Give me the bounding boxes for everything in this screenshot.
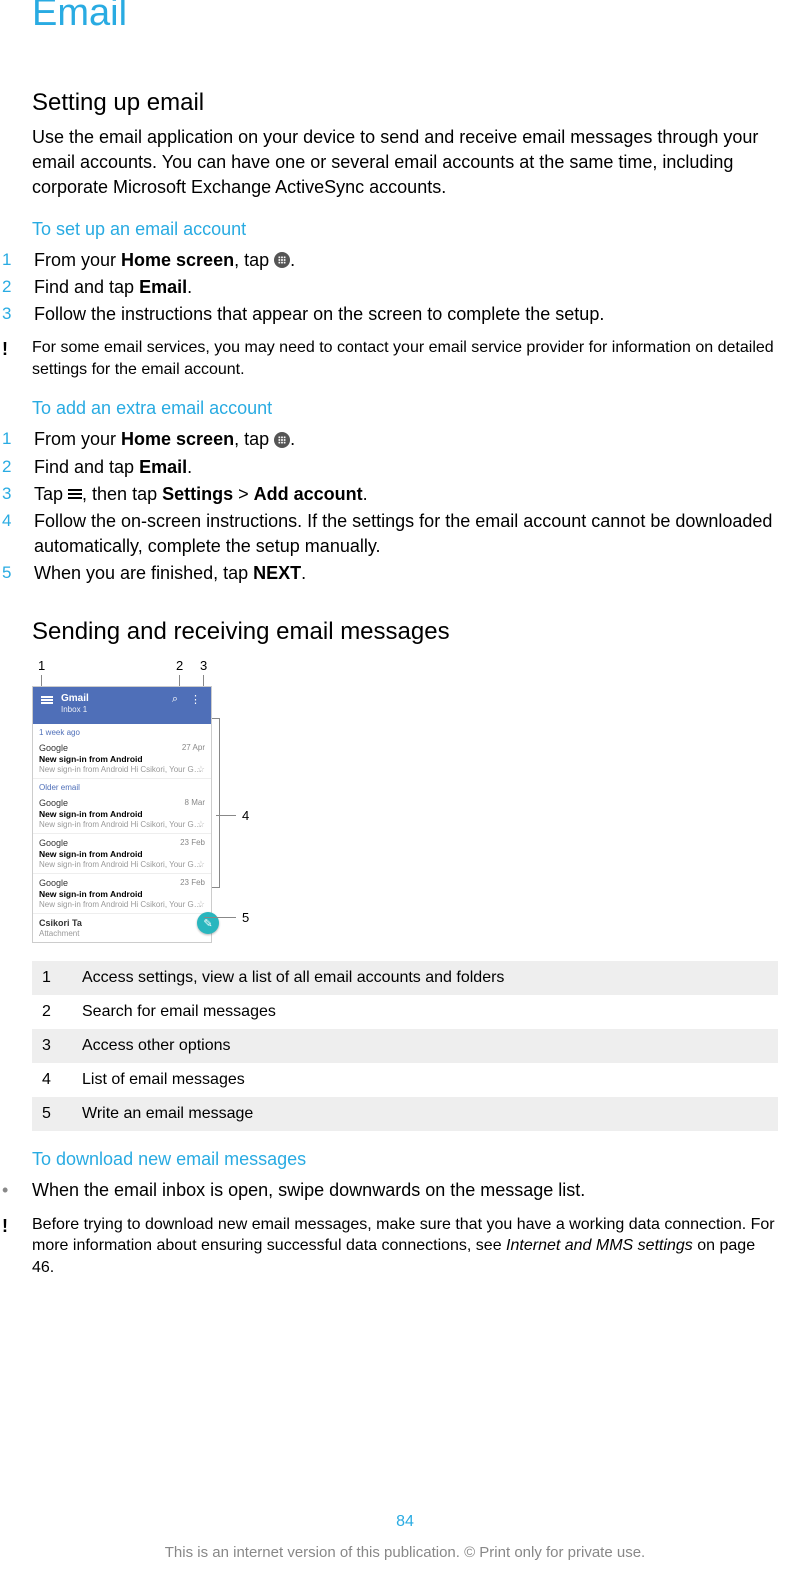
mail-item: Google8 Mar New sign-in from Android New… [33, 794, 211, 834]
callout-4: 4 [216, 808, 249, 823]
mail-item: Google23 Feb New sign-in from Android Ne… [33, 834, 211, 874]
table-row: 5Write an email message [32, 1097, 778, 1131]
steps-set-up: From your Home screen, tap . Find and ta… [32, 248, 778, 328]
note-block: ! Before trying to download new email me… [0, 1214, 778, 1279]
step-item: Follow the on-screen instructions. If th… [0, 509, 778, 559]
step-item: When you are finished, tap NEXT. [0, 561, 778, 586]
callout-1: 1 [38, 658, 45, 689]
search-icon: ⌕ [170, 693, 180, 706]
page-number: 84 [0, 1513, 810, 1531]
callout-3: 3 [200, 658, 207, 689]
menu-icon [68, 488, 82, 500]
intro-paragraph: Use the email application on your device… [32, 125, 778, 201]
callout-2: 2 [176, 658, 183, 689]
note-block: ! For some email services, you may need … [0, 337, 778, 380]
table-row: 3Access other options [32, 1029, 778, 1063]
callout-5: 5 [204, 910, 249, 925]
subheading-to-download: To download new email messages [32, 1149, 778, 1170]
steps-add-extra: From your Home screen, tap . Find and ta… [32, 427, 778, 586]
step-item: Tap , then tap Settings > Add account. [0, 482, 778, 507]
footer-text: This is an internet version of this publ… [0, 1544, 810, 1561]
bullet-icon: • [0, 1178, 32, 1203]
important-icon: ! [0, 337, 32, 380]
mail-item: Csikori Ta Attachment [33, 914, 211, 942]
step-item: From your Home screen, tap . [0, 427, 778, 452]
step-item: From your Home screen, tap . [0, 248, 778, 273]
step-item: Find and tap Email. [0, 455, 778, 480]
subheading-to-add-extra: To add an extra email account [32, 398, 778, 419]
page-title: Email [32, 0, 778, 35]
more-icon: ⋮ [188, 693, 203, 706]
table-row: 1Access settings, view a list of all ema… [32, 961, 778, 995]
table-row: 4List of email messages [32, 1063, 778, 1097]
bullet-item: • When the email inbox is open, swipe do… [0, 1178, 778, 1203]
apps-icon [274, 432, 290, 448]
legend-table: 1Access settings, view a list of all ema… [32, 961, 778, 1131]
subheading-to-set-up: To set up an email account [32, 219, 778, 240]
heading-sending-receiving: Sending and receiving email messages [32, 618, 778, 646]
heading-setting-up-email: Setting up email [32, 89, 778, 117]
table-row: 2Search for email messages [32, 995, 778, 1029]
callout-bracket [212, 718, 220, 888]
email-app-screenshot: 1 2 3 Gmail Inbox 1 ⌕ ⋮ 1 week ago Googl… [32, 658, 272, 943]
important-icon: ! [0, 1214, 32, 1279]
hamburger-icon [41, 695, 53, 705]
step-item: Find and tap Email. [0, 275, 778, 300]
step-item: Follow the instructions that appear on t… [0, 302, 778, 327]
mail-item: Google23 Feb New sign-in from Android Ne… [33, 874, 211, 914]
apps-icon [274, 252, 290, 268]
mail-item: Google27 Apr New sign-in from Android Ne… [33, 739, 211, 779]
